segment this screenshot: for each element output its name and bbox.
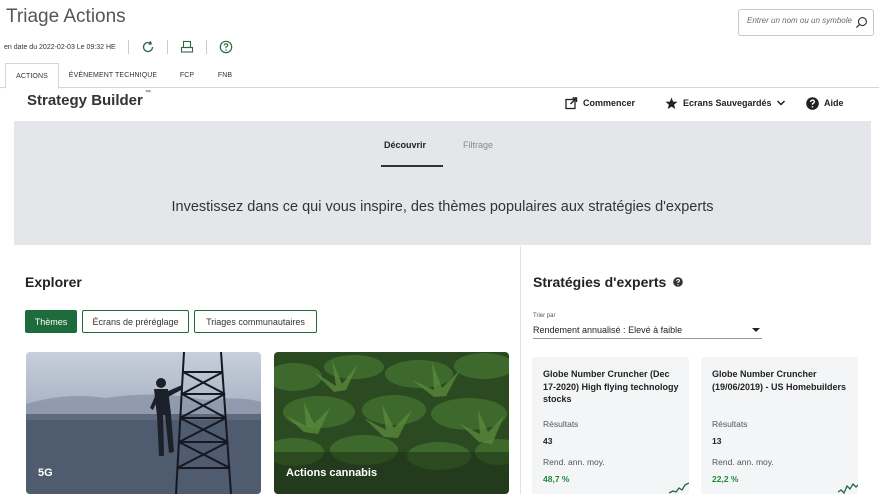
card-label-5g: 5G: [38, 467, 53, 479]
print-icon[interactable]: [180, 40, 194, 54]
star-icon: [665, 97, 678, 109]
refresh-icon[interactable]: [141, 40, 155, 54]
return-label: Rend. ann. moy.: [543, 457, 605, 467]
return-label: Rend. ann. moy.: [712, 457, 774, 467]
help-circle-icon: [806, 96, 819, 110]
expert-card[interactable]: Globe Number Cruncher (Dec 17-2020) High…: [532, 357, 689, 494]
experts-title: Stratégies d'experts: [533, 274, 684, 290]
search-box[interactable]: [738, 9, 874, 36]
pill-ecrans-prereglage[interactable]: Écrans de préréglage: [82, 310, 189, 333]
tab-filtrage[interactable]: Filtrage: [463, 140, 493, 150]
app-root: Triage Actions en date du 2022-02-03 Le …: [0, 0, 879, 494]
tab-fnb[interactable]: FNB: [210, 63, 240, 88]
strategy-builder-title: Strategy Builder ™: [27, 90, 151, 109]
5g-tower-image: [26, 352, 261, 494]
return-value: 48,7 %: [543, 474, 570, 484]
tab-fcp[interactable]: FCP: [172, 63, 202, 88]
strategy-builder-title-text: Strategy Builder: [27, 92, 143, 109]
theme-card-5g[interactable]: 5G: [26, 352, 261, 494]
theme-card-cannabis[interactable]: Actions cannabis: [274, 352, 509, 494]
expert-card[interactable]: Globe Number Cruncher (19/06/2019) - US …: [701, 357, 858, 494]
sparkline-chart: [838, 482, 858, 494]
pill-triages-communautaires[interactable]: Triages communautaires: [194, 310, 317, 333]
divider: [166, 40, 168, 54]
info-help-icon[interactable]: [673, 277, 684, 287]
sort-value: Rendement annualisé : Elevé à faible: [533, 324, 683, 335]
dropdown-arrow-icon: [752, 328, 760, 332]
search-input[interactable]: [747, 16, 855, 25]
main-tabs: ACTIONS ÉVÉNEMENT TECHNIQUE FCP FNB: [0, 63, 879, 89]
tab-actions[interactable]: ACTIONS: [5, 63, 59, 89]
divider: [205, 40, 207, 54]
card-label-cannabis: Actions cannabis: [286, 467, 378, 479]
trademark: ™: [144, 90, 151, 96]
tab-decouvrir[interactable]: Découvrir: [384, 140, 426, 150]
sparkline-chart: [669, 482, 689, 494]
search-icon[interactable]: [855, 16, 868, 29]
tab-evenement-technique[interactable]: ÉVÉNEMENT TECHNIQUE: [63, 63, 163, 88]
sort-dropdown[interactable]: Rendement annualisé : Elevé à faible: [533, 321, 762, 339]
pill-themes[interactable]: Thèmes: [25, 310, 77, 333]
experts-title-text: Stratégies d'experts: [533, 274, 667, 290]
divider: [127, 40, 129, 54]
expert-card-name: Globe Number Cruncher (19/06/2019) - US …: [712, 369, 847, 392]
hero-banner: Découvrir Filtrage Investissez dans ce q…: [14, 121, 871, 245]
aide-button[interactable]: Aide: [806, 96, 844, 110]
aide-label: Aide: [824, 98, 844, 108]
commencer-label: Commencer: [583, 98, 636, 108]
panel-divider: [520, 246, 521, 494]
ecrans-sauvegardes-button[interactable]: Ecrans Sauvegardés: [665, 96, 786, 110]
results-label: Résultats: [712, 419, 748, 429]
results-label: Résultats: [543, 419, 579, 429]
results-value: 13: [712, 436, 722, 446]
chevron-down-icon: [776, 100, 785, 106]
return-value: 22,2 %: [712, 474, 739, 484]
date-text: en date du 2022-02-03 Le 09:32 HE: [4, 43, 116, 51]
toolbar: en date du 2022-02-03 Le 09:32 HE: [4, 38, 245, 56]
page-title: Triage Actions: [6, 6, 126, 27]
ecrans-label: Ecrans Sauvegardés: [683, 98, 772, 108]
hero-tagline: Investissez dans ce qui vous inspire, de…: [171, 199, 714, 215]
expert-card-name: Globe Number Cruncher (Dec 17-2020) High…: [543, 369, 679, 404]
external-link-icon: [565, 96, 578, 109]
help-icon[interactable]: [219, 40, 233, 54]
explorer-title: Explorer: [25, 274, 82, 290]
results-value: 43: [543, 436, 553, 446]
sort-label: Trier par: [533, 313, 556, 319]
commencer-button[interactable]: Commencer: [565, 96, 635, 110]
active-tab-indicator: [381, 165, 443, 167]
